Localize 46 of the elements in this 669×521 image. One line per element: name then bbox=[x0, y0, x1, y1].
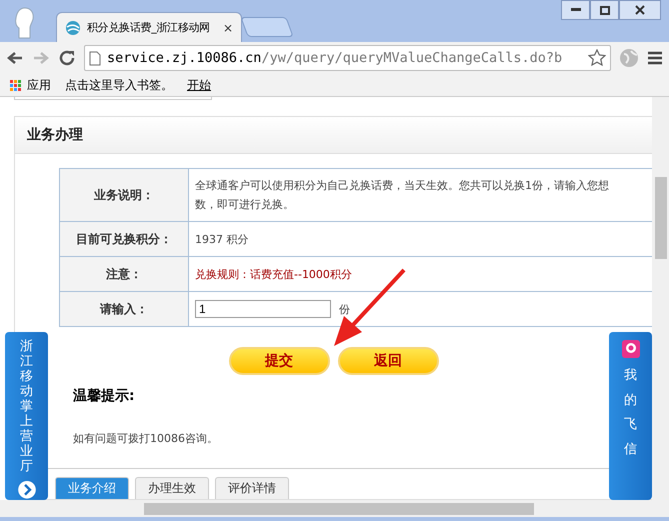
side-float-panel[interactable]: 浙江移动掌上营业厅 bbox=[5, 332, 48, 500]
field-label: 目前可兑换积分： bbox=[76, 230, 172, 248]
value-text: 数，即可进行兑换。 bbox=[195, 197, 295, 213]
star-icon[interactable] bbox=[588, 49, 606, 67]
menu-icon[interactable] bbox=[647, 51, 663, 65]
side-float-panel[interactable]: 我的飞信 bbox=[609, 332, 652, 500]
bookmark-label[interactable]: 点击这里导入书签。 bbox=[65, 76, 173, 94]
address-bar[interactable]: service.zj.10086.cn/yw/query/queryMValueChangeCalls.do?b bbox=[84, 45, 611, 71]
close-icon bbox=[635, 5, 645, 15]
maximize-icon bbox=[600, 6, 610, 14]
browser-tab[interactable]: 积分兑换话费_浙江移动网 × bbox=[56, 12, 242, 42]
quantity-input[interactable]: 1 bbox=[195, 300, 331, 318]
close-button[interactable] bbox=[619, 0, 661, 20]
maximize-button[interactable] bbox=[590, 0, 619, 20]
field-label: 业务说明： bbox=[94, 186, 154, 204]
tab-close-button[interactable]: × bbox=[222, 20, 233, 34]
submit-button[interactable]: 提交 bbox=[228, 347, 330, 375]
minimize-icon bbox=[570, 8, 580, 12]
chat-bubble-icon bbox=[622, 340, 640, 358]
chevron-right-icon[interactable] bbox=[16, 480, 36, 500]
tips-text: 如有问题可拨打10086咨询。 bbox=[73, 431, 218, 446]
float-label: 我的飞信 bbox=[624, 367, 637, 460]
content-tab[interactable]: 办理生效 bbox=[135, 477, 209, 499]
apps-grid-icon[interactable] bbox=[10, 80, 21, 90]
vertical-scrollbar[interactable] bbox=[652, 97, 669, 500]
field-label: 注意： bbox=[106, 266, 142, 282]
value-text: 全球通客户可以使用积分为自己兑换话费，当天生效。您共可以兑换1份，请输入您想 bbox=[195, 178, 610, 194]
field-label: 请输入： bbox=[100, 300, 148, 318]
page-icon bbox=[89, 50, 101, 66]
url-path: /yw/query/queryMValueChangeCalls.do?b bbox=[261, 50, 562, 66]
value-text: 1937 积分 bbox=[195, 232, 250, 248]
rule-text: 兑换规则：话费充值--1000积分 bbox=[195, 266, 353, 282]
tips-title: 温馨提示: bbox=[73, 387, 135, 405]
content-tab[interactable]: 评价详情 bbox=[215, 477, 289, 499]
url-host: service.zj.10086.cn bbox=[107, 50, 262, 66]
back-icon[interactable] bbox=[6, 50, 24, 66]
content-tab[interactable]: 业务介绍 bbox=[55, 477, 129, 499]
back-button[interactable]: 返回 bbox=[338, 347, 438, 375]
minimize-button[interactable] bbox=[561, 0, 590, 20]
unit-label: 份 bbox=[339, 302, 350, 318]
bookmark-label[interactable]: 应用 bbox=[27, 76, 51, 94]
section-title: 业务办理 bbox=[27, 126, 83, 144]
bookmark-link[interactable]: 开始 bbox=[187, 76, 211, 94]
globe-logo-icon bbox=[65, 20, 81, 36]
float-label: 浙江移动掌上营业厅 bbox=[20, 340, 33, 474]
reload-icon[interactable] bbox=[58, 49, 76, 67]
